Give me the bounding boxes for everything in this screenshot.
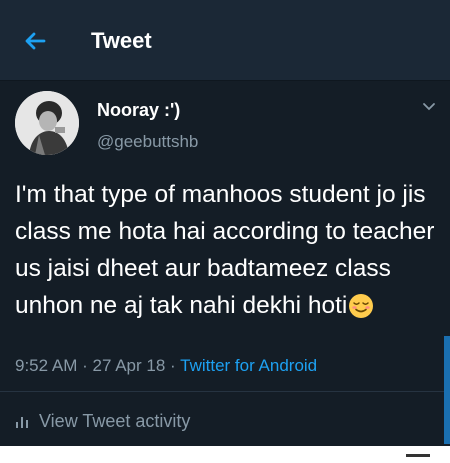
tweet-body: I'm that type of manhoos student jo jis … bbox=[15, 176, 440, 324]
author-name[interactable]: Nooray :') bbox=[97, 100, 180, 121]
meta-separator: · bbox=[82, 356, 88, 375]
view-tweet-activity-button[interactable]: View Tweet activity bbox=[15, 411, 190, 432]
meta-separator: · bbox=[170, 356, 176, 375]
activity-label: View Tweet activity bbox=[39, 411, 191, 431]
tweet-source-link[interactable]: Twitter for Android bbox=[180, 356, 317, 375]
tweet-date: 27 Apr 18 bbox=[92, 356, 166, 375]
arrow-left-icon[interactable] bbox=[22, 28, 48, 54]
chevron-down-icon[interactable] bbox=[422, 102, 436, 112]
tweet-time: 9:52 AM bbox=[15, 356, 78, 375]
system-bar bbox=[0, 446, 450, 463]
system-indicator bbox=[406, 454, 430, 457]
top-app-bar: Tweet bbox=[0, 0, 450, 81]
avatar[interactable] bbox=[15, 91, 79, 155]
page-title: Tweet bbox=[91, 28, 152, 53]
relieved-face-emoji bbox=[349, 294, 374, 318]
divider bbox=[0, 391, 450, 392]
scrollbar[interactable] bbox=[444, 336, 450, 444]
tweet-meta: 9:52 AM · 27 Apr 18 · Twitter for Androi… bbox=[15, 356, 317, 376]
bar-chart-icon bbox=[16, 417, 28, 428]
author-handle[interactable]: @geebuttshb bbox=[97, 132, 198, 152]
